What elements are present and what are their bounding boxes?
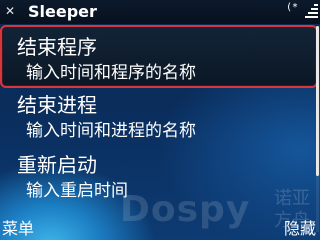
scrollbar[interactable] [316, 26, 319, 232]
menu-item-subtitle: 输入时间和进程的名称 [26, 121, 196, 141]
menu-item-title: 结束程序 [17, 35, 97, 59]
lock-icon: (* [285, 2, 298, 13]
menu-item-subtitle: 输入时间和程序的名称 [26, 63, 196, 83]
watermark-brand: Dospy [120, 189, 251, 230]
scrollbar-thumb[interactable] [316, 26, 319, 176]
signal-icon [302, 2, 318, 20]
close-icon[interactable]: ✕ [3, 4, 17, 18]
softkey-menu[interactable]: 菜单 [2, 219, 34, 239]
app-title: Sleeper [28, 2, 97, 21]
softkey-hide[interactable]: 隐藏 [284, 219, 316, 239]
menu-item-end-process[interactable]: 结束进程 输入时间和进程的名称 [0, 88, 314, 146]
menu-item-title: 重新启动 [17, 153, 97, 177]
title-bar: ✕ Sleeper (* [0, 0, 320, 24]
menu-item-end-program[interactable]: 结束程序 输入时间和程序的名称 [0, 25, 318, 88]
menu-item-title: 结束进程 [17, 93, 97, 117]
menu-item-subtitle: 输入重启时间 [26, 181, 128, 201]
